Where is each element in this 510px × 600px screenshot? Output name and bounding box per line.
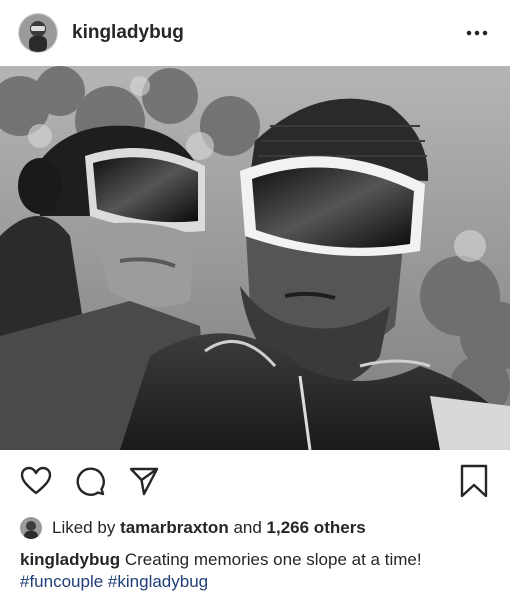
- heart-icon: [20, 466, 52, 495]
- liker-username[interactable]: tamarbraxton: [120, 518, 229, 538]
- post-photo[interactable]: [0, 66, 510, 450]
- share-icon: [129, 467, 159, 496]
- likes-others-count[interactable]: 1,266 others: [267, 518, 366, 538]
- bookmark-icon: [460, 464, 488, 498]
- hashtag-kingladybug[interactable]: #kingladybug: [108, 572, 208, 591]
- likes-prefix: Liked by: [52, 518, 116, 537]
- post-username[interactable]: kingladybug: [72, 22, 462, 44]
- caption-text: Creating memories one slope at a time!: [124, 550, 422, 569]
- comment-icon: [76, 467, 105, 496]
- hashtag-funcouple[interactable]: #funcouple: [20, 572, 103, 591]
- action-bar: [0, 452, 510, 510]
- avatar[interactable]: [18, 12, 58, 53]
- more-horizontal-icon: [466, 30, 488, 35]
- save-button[interactable]: [455, 462, 493, 500]
- caption-username[interactable]: kingladybug: [20, 550, 120, 569]
- post-header: kingladybug: [0, 0, 510, 65]
- avatar-icon: [20, 517, 42, 539]
- share-button[interactable]: [125, 462, 163, 500]
- like-button[interactable]: [17, 462, 55, 500]
- avatar-image: [19, 13, 57, 52]
- likes-summary: Liked by tamarbraxton and 1,266 others: [20, 515, 366, 541]
- post-caption: kingladybug Creating memories one slope …: [20, 549, 500, 593]
- more-options-button[interactable]: [462, 18, 492, 48]
- likes-and: and: [233, 518, 262, 537]
- liker-avatar[interactable]: [20, 517, 42, 539]
- ski-selfie-photo: [0, 66, 510, 450]
- comment-button[interactable]: [71, 462, 109, 500]
